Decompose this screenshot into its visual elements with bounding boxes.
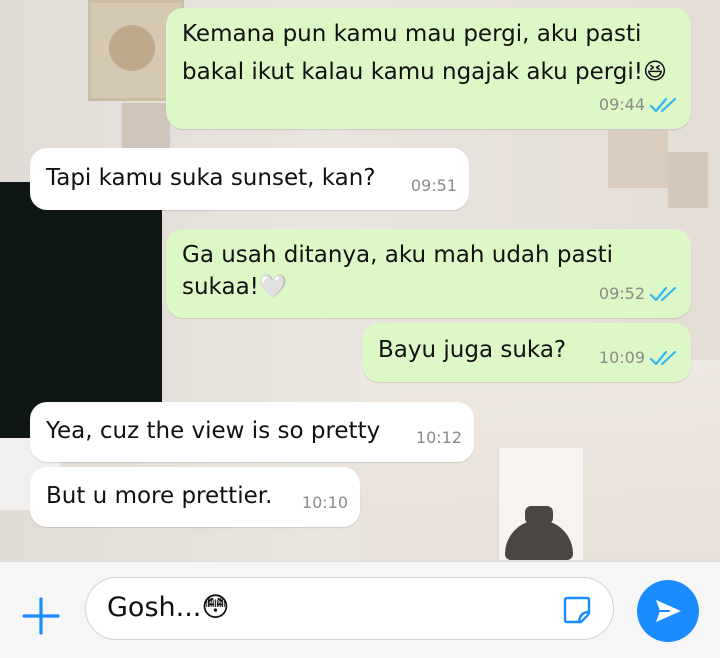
message-time: 10:12 <box>415 428 462 447</box>
message-text-line: bakal ikut kalau kamu ngajak aku pergi!😆 <box>182 59 667 85</box>
message-input-text[interactable]: Gosh...😳 <box>107 590 230 626</box>
message-bubble-outgoing[interactable]: Kemana pun kamu mau pergi, aku pasti bak… <box>166 8 691 129</box>
message-bubble-incoming[interactable]: Yea, cuz the view is so pretty 10:12 <box>30 402 474 462</box>
message-meta: 09:52 <box>599 277 681 310</box>
message-meta: 10:09 <box>599 341 681 374</box>
composer-bar: Gosh...😳 <box>0 561 720 658</box>
message-meta: 09:44 <box>599 88 681 121</box>
message-time: 10:09 <box>598 348 645 367</box>
message-time: 10:10 <box>301 493 348 512</box>
message-text-line: Ga usah ditanya, aku mah udah pasti <box>182 242 614 268</box>
sticker-icon[interactable] <box>561 594 593 626</box>
message-bubble-outgoing[interactable]: Bayu juga suka? 10:09 <box>362 323 691 382</box>
message-meta: 10:10 <box>302 486 348 519</box>
double-check-icon <box>649 97 677 112</box>
chat-screen: Kemana pun kamu mau pergi, aku pasti bak… <box>0 0 720 658</box>
message-text: Bayu juga suka? <box>378 337 567 363</box>
send-icon <box>656 600 681 622</box>
double-check-icon <box>649 286 677 301</box>
message-time: 09:44 <box>598 95 645 114</box>
message-text: Yea, cuz the view is so pretty <box>46 418 381 444</box>
send-button[interactable] <box>637 580 699 642</box>
message-text: But u more prettier. <box>46 483 273 509</box>
message-bubble-incoming[interactable]: But u more prettier. 10:10 <box>30 467 360 527</box>
message-time: 09:51 <box>410 176 457 195</box>
message-time: 09:52 <box>598 284 645 303</box>
message-text-line: Kemana pun kamu mau pergi, aku pasti <box>182 21 642 47</box>
message-bubble-incoming[interactable]: Tapi kamu suka sunset, kan? 09:51 <box>30 148 469 210</box>
message-meta: 10:12 <box>416 421 462 454</box>
message-bubble-outgoing[interactable]: Ga usah ditanya, aku mah udah pasti suka… <box>166 229 691 318</box>
message-input[interactable]: Gosh...😳 <box>85 577 614 640</box>
message-text-line: sukaa!🤍 <box>182 274 288 300</box>
plus-icon[interactable] <box>20 595 62 637</box>
message-meta: 09:51 <box>411 169 457 202</box>
message-text: Tapi kamu suka sunset, kan? <box>46 165 376 191</box>
double-check-icon <box>649 350 677 365</box>
